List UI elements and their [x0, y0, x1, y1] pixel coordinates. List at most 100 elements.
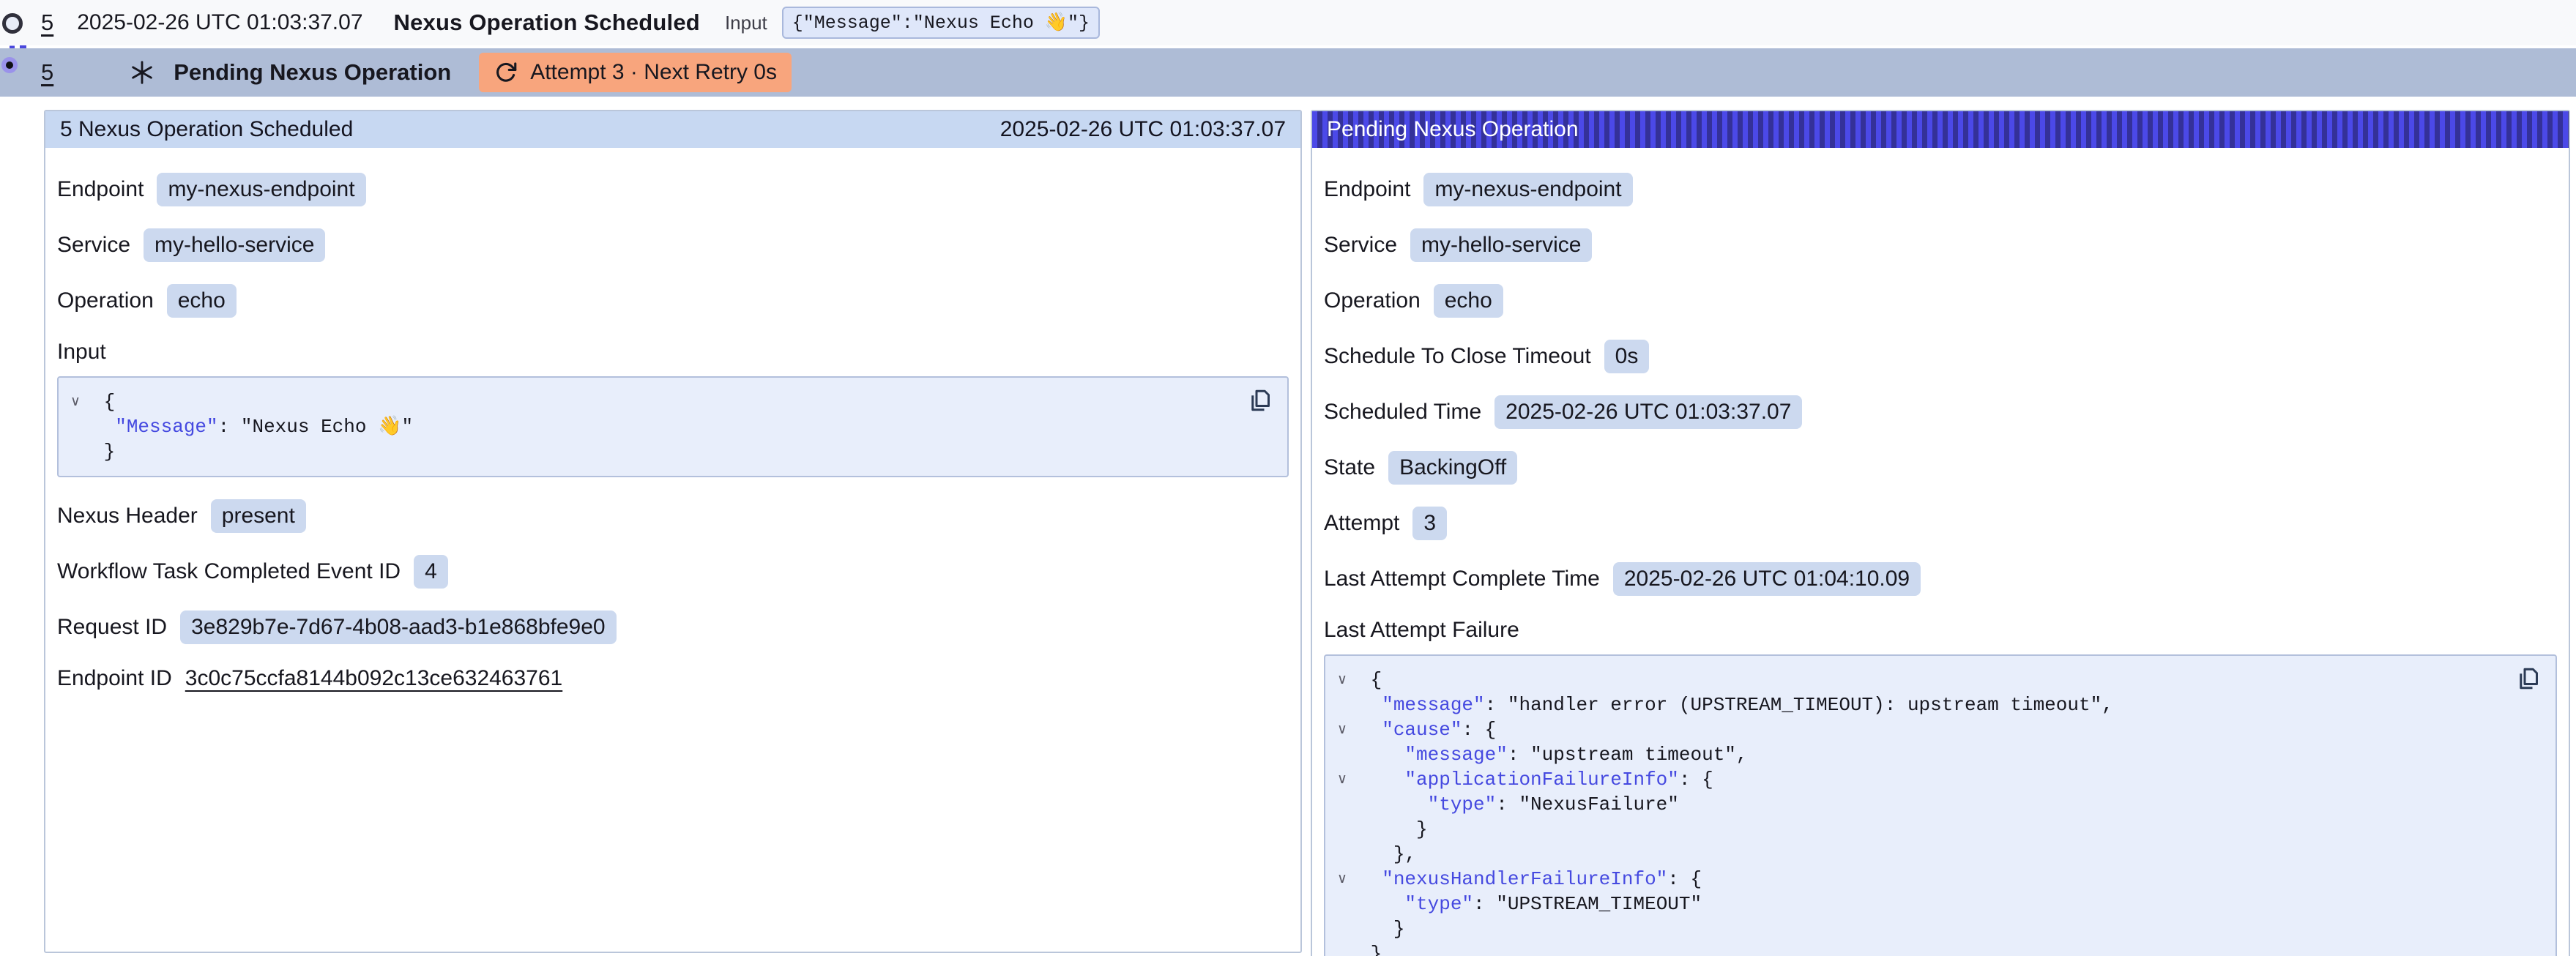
timeline-filled-dot-icon[interactable] — [1, 57, 18, 73]
gutter-spacer — [1334, 892, 1359, 916]
json-line: "message": "handler error (UPSTREAM_TIME… — [1334, 692, 2504, 717]
gutter-spacer — [1334, 742, 1359, 767]
field-label: Workflow Task Completed Event ID — [57, 559, 401, 584]
chevron-down-icon[interactable]: ∨ — [1334, 668, 1359, 692]
json-text: }, — [1393, 843, 1416, 865]
input-inline-value-chip: {"Message":"Nexus Echo 👋"} — [782, 7, 1100, 39]
event-row-scheduled[interactable]: 5 2025-02-26 UTC 01:03:37.07 Nexus Opera… — [0, 0, 2576, 45]
json-line: ∨ "nexusHandlerFailureInfo": { — [1334, 867, 2504, 892]
field-label: Service — [57, 233, 130, 258]
json-text: : "NexusFailure" — [1496, 793, 1679, 815]
panel-title: 5 Nexus Operation Scheduled — [60, 117, 353, 142]
input-json-viewer: ∨ { "Message": "Nexus Echo 👋" } — [57, 376, 1289, 477]
copy-button[interactable] — [1246, 386, 1276, 416]
field-value-chip: my-nexus-endpoint — [157, 173, 365, 206]
chevron-down-icon[interactable]: ∨ — [1334, 867, 1359, 892]
field-row: Endpoint my-nexus-endpoint — [1324, 173, 2557, 206]
json-line-content: "type": "UPSTREAM_TIMEOUT" — [1359, 892, 1702, 916]
retry-attempt-badge[interactable]: Attempt 3 · Next Retry 0s — [479, 53, 792, 92]
json-text: : { — [1679, 769, 1713, 791]
chevron-down-icon[interactable]: ∨ — [67, 389, 92, 414]
field-label: Nexus Header — [57, 504, 198, 529]
field-value-link[interactable]: 3c0c75ccfa8144b092c13ce632463761 — [185, 666, 562, 691]
timeline-open-circle-icon[interactable] — [2, 13, 23, 34]
field-value-chip: 2025-02-26 UTC 01:03:37.07 — [1494, 395, 1802, 429]
field-value-chip: 4 — [414, 555, 448, 589]
failure-section-label: Last Attempt Failure — [1324, 618, 2557, 643]
json-line: "Message": "Nexus Echo 👋" — [67, 414, 1236, 439]
json-code: ∨ { "message": "handler error (UPSTREAM_… — [1334, 668, 2504, 956]
json-key: "nexusHandlerFailureInfo" — [1382, 868, 1667, 890]
field-label: Operation — [57, 288, 154, 313]
json-line: } — [1334, 916, 2504, 941]
json-key: "type" — [1428, 793, 1497, 815]
chevron-down-icon[interactable]: ∨ — [1334, 767, 1359, 792]
field-value-chip: 3e829b7e-7d67-4b08-aad3-b1e868bfe9e0 — [180, 610, 617, 644]
field-row: Operationecho — [57, 284, 1289, 318]
event-detail-panel: 5 Nexus Operation Scheduled 2025-02-26 U… — [44, 110, 1302, 953]
field-label: Scheduled Time — [1324, 400, 1481, 425]
json-key: "message" — [1404, 744, 1507, 766]
field-row: Workflow Task Completed Event ID 4 — [57, 555, 1289, 589]
json-line-content: } — [1359, 941, 1382, 956]
json-line-content: "message": "upstream timeout", — [1359, 742, 1748, 767]
pending-asterisk-icon — [128, 59, 156, 86]
copy-icon — [1248, 387, 1274, 414]
json-key: "cause" — [1382, 719, 1462, 741]
json-key: "Message" — [115, 416, 217, 438]
field-value-chip: echo — [1434, 284, 1503, 318]
workflow-event-history-screen: 5 2025-02-26 UTC 01:03:37.07 Nexus Opera… — [0, 0, 2576, 956]
event-id-link[interactable]: 5 — [41, 59, 53, 86]
json-text: : { — [1667, 868, 1702, 890]
json-line-content: "applicationFailureInfo": { — [1359, 767, 1713, 792]
gutter-spacer — [1334, 842, 1359, 867]
field-value-chip: my-nexus-endpoint — [1423, 173, 1632, 206]
pending-operation-panel-header: Pending Nexus Operation — [1312, 111, 2569, 148]
event-timestamp: 2025-02-26 UTC 01:03:37.07 — [77, 10, 362, 35]
json-line-content: { — [92, 389, 115, 414]
field-label: Attempt — [1324, 511, 1399, 536]
json-text: } — [1371, 943, 1382, 956]
json-line: "type": "NexusFailure" — [1334, 792, 2504, 817]
field-value-chip: 2025-02-26 UTC 01:04:10.09 — [1613, 562, 1921, 596]
gutter-spacer — [1334, 916, 1359, 941]
chevron-down-icon[interactable]: ∨ — [1334, 717, 1359, 742]
json-line: ∨ "cause": { — [1334, 717, 2504, 742]
event-detail-panel-header: 5 Nexus Operation Scheduled 2025-02-26 U… — [45, 111, 1300, 148]
json-text: } — [104, 441, 116, 463]
field-value-chip: BackingOff — [1388, 451, 1517, 485]
field-row: Attempt 3 — [1324, 507, 2557, 540]
gutter-spacer — [1334, 817, 1359, 842]
input-section-label: Input — [57, 340, 1289, 365]
field-value-chip: 3 — [1412, 507, 1447, 540]
copy-button[interactable] — [2514, 665, 2544, 694]
panel-title: Pending Nexus Operation — [1327, 117, 1579, 142]
field-label: Request ID — [57, 615, 167, 640]
field-value-chip: 0s — [1604, 340, 1650, 373]
json-line: ∨ { — [1334, 668, 2504, 692]
json-text: : "Nexus Echo 👋" — [218, 416, 413, 438]
json-text: : { — [1462, 719, 1496, 741]
pending-operation-panel: Pending Nexus Operation Endpoint my-nexus… — [1311, 110, 2570, 956]
field-group-bottom: Nexus HeaderpresentWorkflow Task Complet… — [57, 499, 1289, 691]
json-line-content: } — [1359, 817, 1428, 842]
gutter-spacer — [67, 439, 92, 464]
field-group-top: Endpointmy-nexus-endpointServicemy-hello… — [57, 173, 1289, 318]
json-text: { — [104, 391, 116, 413]
json-text: : "UPSTREAM_TIMEOUT" — [1473, 893, 1702, 915]
field-label: State — [1324, 455, 1375, 480]
field-value-chip: my-hello-service — [1410, 228, 1592, 262]
event-row-pending[interactable]: 5 Pending Nexus Operation Attempt 3 · Ne… — [0, 48, 2576, 97]
field-label: Endpoint — [1324, 177, 1410, 202]
json-code: ∨ { "Message": "Nexus Echo 👋" } — [67, 389, 1236, 464]
json-text: : "handler error (UPSTREAM_TIMEOUT): ups… — [1485, 694, 2113, 716]
gutter-spacer — [1334, 692, 1359, 717]
json-line-content: "Message": "Nexus Echo 👋" — [92, 414, 413, 439]
event-id-link[interactable]: 5 — [41, 10, 53, 36]
field-group: Endpointmy-nexus-endpointServicemy-hello… — [1324, 173, 2557, 596]
json-line-content: }, — [1359, 842, 1416, 867]
field-label: Last Attempt Complete Time — [1324, 567, 1600, 591]
json-line: } — [1334, 817, 2504, 842]
json-line-content: "message": "handler error (UPSTREAM_TIME… — [1359, 692, 2113, 717]
json-line-content: } — [1359, 916, 1404, 941]
